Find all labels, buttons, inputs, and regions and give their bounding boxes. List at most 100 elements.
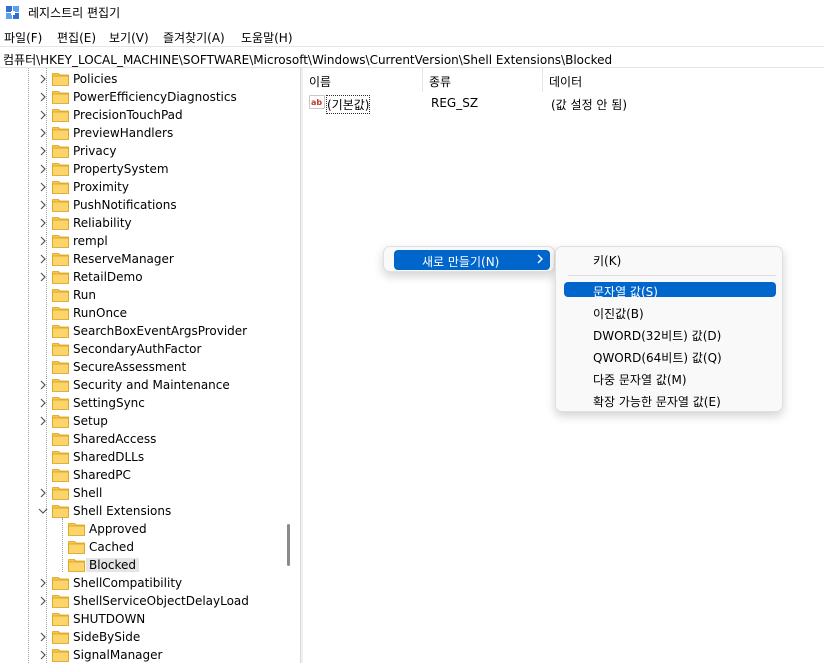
value-data: (값 설정 안 됨) [551, 98, 628, 112]
tree-item[interactable]: ShellCompatibility [0, 574, 280, 592]
value-row[interactable]: ab (기본값) REG_SZ (값 설정 안 됨) [303, 94, 824, 114]
folder-icon [52, 431, 69, 446]
tree-item-label: Security and Maintenance [73, 378, 230, 392]
tree-item[interactable]: ShellServiceObjectDelayLoad [0, 592, 280, 610]
menu-help[interactable]: 도움말(H) [241, 29, 293, 46]
tree-item-label: SearchBoxEventArgsProvider [73, 324, 248, 338]
chevron-right-icon[interactable] [38, 376, 48, 394]
tree-item[interactable]: Policies [0, 70, 280, 88]
chevron-right-icon[interactable] [38, 178, 48, 196]
folder-icon [52, 251, 69, 266]
tree-item[interactable]: Security and Maintenance [0, 376, 280, 394]
menu-item-string-value[interactable]: 문자열 값(S) [564, 282, 776, 299]
menu-item-binary-value[interactable]: 이진값(B) [564, 302, 776, 322]
folder-icon [52, 647, 69, 662]
tree-item[interactable]: PushNotifications [0, 196, 280, 214]
tree-item[interactable]: Privacy [0, 142, 280, 160]
tree-item-label: Shell Extensions [73, 504, 172, 518]
folder-icon [52, 215, 69, 230]
tree-item[interactable]: ReserveManager [0, 250, 280, 268]
folder-icon [52, 377, 69, 392]
chevron-right-icon[interactable] [38, 88, 48, 106]
chevron-right-icon[interactable] [38, 214, 48, 232]
tree-item-label: Cached [89, 540, 134, 554]
value-name[interactable]: (기본값) [325, 95, 371, 114]
tree-item[interactable]: PrecisionTouchPad [0, 106, 280, 124]
key-tree[interactable]: Policies PowerEfficiencyDiagnostics Precis… [0, 68, 300, 663]
tree-item[interactable]: SharedPC [0, 466, 280, 484]
chevron-right-icon[interactable] [38, 268, 48, 286]
tree-scrollbar-thumb[interactable] [287, 524, 290, 566]
folder-icon [52, 395, 69, 410]
chevron-right-icon[interactable] [38, 142, 48, 160]
tree-item[interactable]: SHUTDOWN [0, 610, 280, 628]
tree-item[interactable]: Shell [0, 484, 280, 502]
folder-icon [52, 125, 69, 140]
tree-item[interactable]: Shell Extensions [0, 502, 280, 520]
chevron-right-icon[interactable] [38, 196, 48, 214]
tree-item[interactable]: SearchBoxEventArgsProvider [0, 322, 280, 340]
tree-item[interactable]: rempl [0, 232, 280, 250]
chevron-right-icon[interactable] [38, 628, 48, 646]
chevron-right-icon[interactable] [38, 70, 48, 88]
menu-item-qword-value[interactable]: QWORD(64비트) 값(Q) [564, 346, 776, 366]
tree-item[interactable]: RunOnce [0, 304, 280, 322]
tree-item[interactable]: SignalManager [0, 646, 280, 663]
tree-item-label: Policies [73, 72, 118, 86]
registry-editor-icon [6, 6, 19, 19]
menu-file[interactable]: 파일(F) [4, 29, 42, 46]
chevron-right-icon[interactable] [38, 412, 48, 430]
tree-item[interactable]: Approved [0, 520, 280, 538]
window-title: 레지스트리 편집기 [28, 6, 121, 20]
chevron-right-icon[interactable] [38, 484, 48, 502]
tree-item-label: RetailDemo [73, 270, 143, 284]
tree-item[interactable]: Setup [0, 412, 280, 430]
tree-item[interactable]: PropertySystem [0, 160, 280, 178]
tree-item-label: Approved [89, 522, 147, 536]
tree-item[interactable]: PowerEfficiencyDiagnostics [0, 88, 280, 106]
tree-item[interactable]: SettingSync [0, 394, 280, 412]
tree-item[interactable]: SecureAssessment [0, 358, 280, 376]
menu-item-new[interactable]: 새로 만들기(N) [394, 250, 550, 270]
folder-icon [52, 503, 69, 518]
tree-item[interactable]: Cached [0, 538, 280, 556]
tree-item[interactable]: SharedAccess [0, 430, 280, 448]
menu-favorites[interactable]: 즐겨찾기(A) [163, 29, 225, 46]
menu-view[interactable]: 보기(V) [109, 29, 149, 46]
chevron-right-icon[interactable] [38, 574, 48, 592]
menu-item-expandable-string-value[interactable]: 확장 가능한 문자열 값(E) [564, 390, 776, 410]
menu-item-key[interactable]: 키(K) [564, 249, 776, 269]
column-header-name[interactable]: 이름 [303, 68, 423, 92]
tree-item[interactable]: SecondaryAuthFactor [0, 340, 280, 358]
tree-item[interactable]: SideBySide [0, 628, 280, 646]
tree-item-label: ReserveManager [73, 252, 174, 266]
tree-item[interactable]: SharedDLLs [0, 448, 280, 466]
column-header-data[interactable]: 데이터 [543, 68, 824, 92]
tree-item-label: SecureAssessment [73, 360, 187, 374]
address-path[interactable]: 컴퓨터\HKEY_LOCAL_MACHINE\SOFTWARE\Microsof… [3, 51, 612, 68]
chevron-right-icon[interactable] [38, 592, 48, 610]
chevron-down-icon[interactable] [38, 502, 48, 520]
menu-edit[interactable]: 편집(E) [57, 29, 96, 46]
chevron-right-icon[interactable] [38, 232, 48, 250]
chevron-right-icon[interactable] [38, 124, 48, 142]
tree-item[interactable]: Blocked [0, 556, 280, 574]
submenu-arrow-icon [537, 254, 543, 264]
chevron-right-icon[interactable] [38, 250, 48, 268]
address-bar[interactable]: 컴퓨터\HKEY_LOCAL_MACHINE\SOFTWARE\Microsof… [0, 46, 824, 68]
tree-item-label: ShellServiceObjectDelayLoad [73, 594, 249, 608]
folder-icon [52, 413, 69, 428]
tree-item[interactable]: Run [0, 286, 280, 304]
menu-item-multi-string-value[interactable]: 다중 문자열 값(M) [564, 368, 776, 388]
tree-item[interactable]: RetailDemo [0, 268, 280, 286]
tree-item[interactable]: PreviewHandlers [0, 124, 280, 142]
chevron-right-icon[interactable] [38, 394, 48, 412]
menu-item-dword-value[interactable]: DWORD(32비트) 값(D) [564, 324, 776, 344]
tree-item[interactable]: Proximity [0, 178, 280, 196]
tree-item[interactable]: Reliability [0, 214, 280, 232]
tree-item-label: Blocked [86, 558, 140, 572]
chevron-right-icon[interactable] [38, 106, 48, 124]
chevron-right-icon[interactable] [38, 646, 48, 663]
column-header-type[interactable]: 종류 [423, 68, 543, 92]
chevron-right-icon[interactable] [38, 160, 48, 178]
